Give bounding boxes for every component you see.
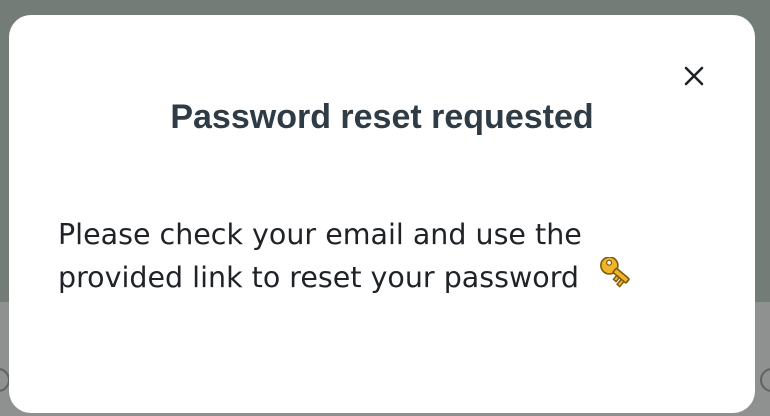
key-icon: [592, 257, 630, 295]
dialog-message: Please check your email and use the prov…: [58, 213, 658, 299]
message-line-2: provided link to reset your password: [58, 261, 580, 294]
password-reset-dialog: Password reset requested Please check yo…: [9, 15, 755, 413]
dialog-title: Password reset requested: [170, 98, 594, 136]
close-button[interactable]: [677, 59, 711, 93]
message-line-1: Please check your email and use the: [58, 218, 582, 251]
close-icon: [683, 65, 705, 87]
